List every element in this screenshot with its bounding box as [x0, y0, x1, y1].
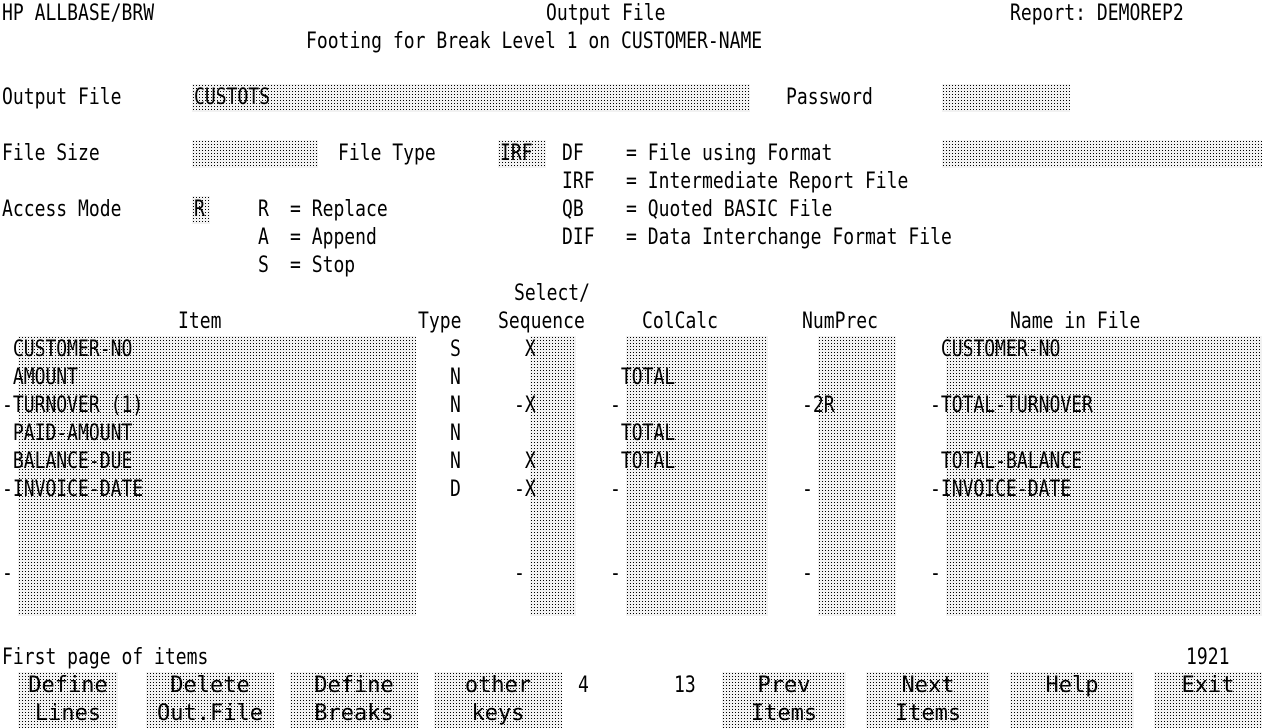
file-type-option-desc: = File using Format	[626, 141, 833, 166]
column-header-select: Select/	[514, 281, 591, 306]
key-label-line1: other	[464, 673, 532, 698]
column-header-colcalc: ColCalc	[642, 309, 719, 334]
file-type-label: File Type	[338, 141, 436, 166]
colcalc-cell[interactable]: TOTAL	[610, 420, 675, 448]
file-type-option-code: DF	[562, 141, 595, 166]
colcalc-cell[interactable]: -	[610, 476, 621, 504]
numprec-cell[interactable]: -	[802, 560, 813, 588]
access-mode-option-code: R	[258, 197, 269, 222]
column-header-sequence: Sequence	[498, 309, 585, 334]
access-mode-input[interactable]: R	[192, 196, 210, 224]
key-label-line1: Define	[28, 673, 108, 698]
type-cell: N	[450, 421, 461, 446]
numprec-column-area	[818, 336, 896, 616]
key-label-line2: Breaks	[314, 701, 394, 726]
name-in-file-cell[interactable]: CUSTOMER-NO	[930, 336, 1060, 364]
password-label: Password	[786, 85, 873, 110]
page-current: 4	[578, 673, 589, 698]
format-name-input[interactable]	[942, 140, 1262, 168]
colcalc-cell[interactable]: -	[610, 392, 621, 420]
access-mode-option-desc: = Replace	[290, 197, 388, 222]
key-label-line1: Prev	[757, 673, 811, 698]
column-header-type: Type	[418, 309, 462, 334]
name-in-file-cell[interactable]: -TOTAL-TURNOVER	[930, 392, 1093, 420]
status-code: 1921	[1186, 645, 1230, 670]
other-keys-key[interactable]: other keys	[434, 672, 562, 728]
screen-title: Output File	[546, 1, 666, 26]
item-cell[interactable]: -	[2, 560, 13, 588]
file-type-option-code: IRF	[562, 169, 595, 194]
name-in-file-cell[interactable]: -INVOICE-DATE	[930, 476, 1071, 504]
delete-out-file-key[interactable]: Delete Out.File	[146, 672, 274, 728]
access-mode-option-desc: = Append	[290, 225, 377, 250]
access-mode-option-desc: = Stop	[290, 253, 356, 278]
item-cell[interactable]: PAID-AMOUNT	[2, 420, 132, 448]
key-label-line1: Exit	[1181, 673, 1235, 698]
help-key[interactable]: Help	[1010, 672, 1134, 728]
key-label-line2: Lines	[34, 701, 102, 726]
key-label-line1: Next	[901, 673, 955, 698]
column-header-name-in-file: Name in File	[1010, 309, 1141, 334]
prev-items-key[interactable]: Prev Items	[722, 672, 846, 728]
numprec-cell[interactable]: -	[802, 476, 813, 504]
status-message: First page of items	[2, 645, 209, 670]
type-cell: N	[450, 393, 461, 418]
file-type-option-code: QB	[562, 197, 595, 222]
type-cell: S	[450, 337, 461, 362]
sequence-cell[interactable]: -X	[514, 476, 536, 504]
name-in-file-cell[interactable]: TOTAL-BALANCE	[930, 448, 1082, 476]
key-label-line1: Delete	[170, 673, 250, 698]
report-name: Report: DEMOREP2	[1010, 1, 1184, 26]
access-mode-value: R	[194, 197, 205, 222]
sequence-cell[interactable]: -	[514, 560, 525, 588]
key-label-line1: Define	[314, 673, 394, 698]
access-mode-option-code: S	[258, 253, 269, 278]
file-type-input[interactable]: IRF	[498, 140, 546, 168]
file-type-option-code: DIF	[562, 225, 595, 250]
file-type-value: IRF	[500, 141, 533, 166]
column-header-item: Item	[178, 309, 222, 334]
file-type-option-desc: = Data Interchange Format File	[626, 225, 952, 250]
item-cell[interactable]: -TURNOVER (1)	[2, 392, 143, 420]
type-cell: N	[450, 365, 461, 390]
type-cell: N	[450, 449, 461, 474]
next-items-key[interactable]: Next Items	[866, 672, 990, 728]
colcalc-cell[interactable]: -	[610, 560, 621, 588]
define-breaks-key[interactable]: Define Breaks	[290, 672, 418, 728]
key-label-line2: Out.File	[157, 701, 263, 726]
type-cell: D	[450, 477, 461, 502]
colcalc-cell[interactable]: TOTAL	[610, 448, 675, 476]
sequence-cell[interactable]: X	[514, 336, 536, 364]
item-cell[interactable]: BALANCE-DUE	[2, 448, 132, 476]
sequence-column-area	[530, 336, 576, 616]
key-label-line2: Items	[750, 701, 818, 726]
item-cell[interactable]: CUSTOMER-NO	[2, 336, 132, 364]
key-label-line2: Items	[894, 701, 962, 726]
output-file-input[interactable]: CUSTOTS	[192, 84, 750, 112]
item-cell[interactable]: AMOUNT	[2, 364, 78, 392]
file-type-option-desc: = Quoted BASIC File	[626, 197, 833, 222]
key-label-line2: keys	[471, 701, 525, 726]
screen-subtitle: Footing for Break Level 1 on CUSTOMER-NA…	[306, 29, 763, 54]
access-mode-option-code: A	[258, 225, 269, 250]
define-lines-key[interactable]: Define Lines	[18, 672, 118, 728]
exit-key[interactable]: Exit	[1154, 672, 1262, 728]
output-file-value: CUSTOTS	[194, 85, 271, 110]
sequence-cell[interactable]: -X	[514, 392, 536, 420]
key-label-line1: Help	[1045, 673, 1099, 698]
app-title: HP ALLBASE/BRW	[2, 1, 155, 26]
file-size-input[interactable]	[192, 140, 318, 168]
password-input[interactable]	[942, 84, 1070, 112]
numprec-cell[interactable]: -2R	[802, 392, 835, 420]
column-header-numprec: NumPrec	[802, 309, 879, 334]
file-type-option-desc: = Intermediate Report File	[626, 169, 909, 194]
file-size-label: File Size	[2, 141, 100, 166]
page-total: 13	[674, 673, 696, 698]
access-mode-label: Access Mode	[2, 197, 122, 222]
item-cell[interactable]: -INVOICE-DATE	[2, 476, 143, 504]
name-in-file-cell[interactable]: -	[930, 560, 941, 588]
sequence-cell[interactable]: X	[514, 448, 536, 476]
output-file-label: Output File	[2, 85, 122, 110]
colcalc-cell[interactable]: TOTAL	[610, 364, 675, 392]
